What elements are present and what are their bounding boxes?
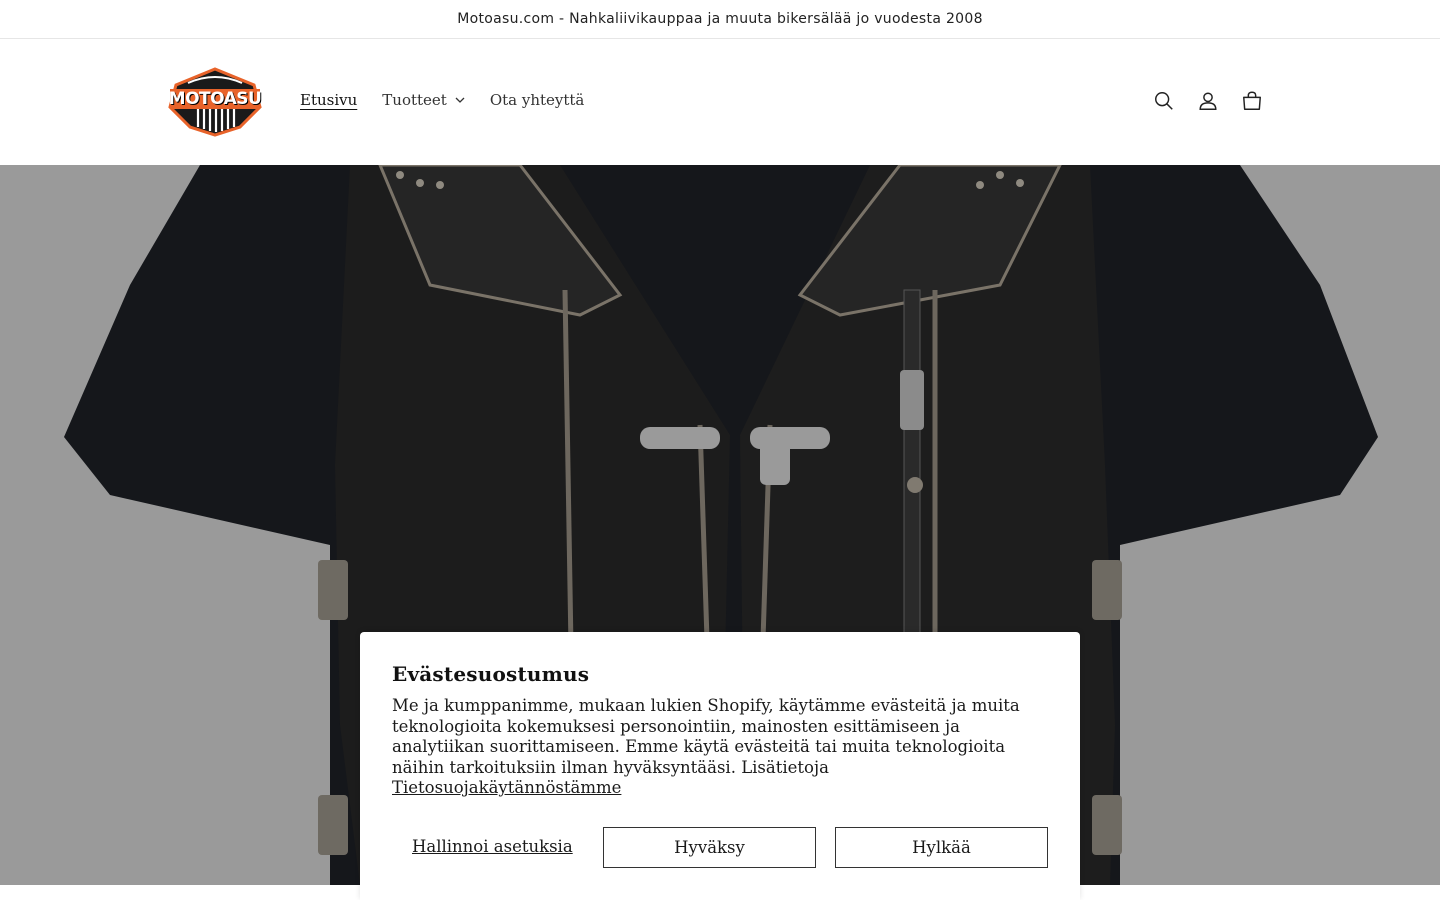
cookie-title: Evästesuostumus xyxy=(392,662,590,686)
nav-item-contact[interactable]: Ota yhteyttä xyxy=(490,91,585,109)
accept-button[interactable]: Hyväksy xyxy=(603,827,816,868)
cookie-body: Me ja kumppanimme, mukaan lukien Shopify… xyxy=(392,696,1048,799)
announcement-text: Motoasu.com - Nahkaliivikauppaa ja muuta… xyxy=(457,11,983,27)
account-button[interactable] xyxy=(1196,89,1220,113)
privacy-policy-link[interactable]: Tietosuojakäytännöstämme xyxy=(392,778,621,797)
nav-item-home[interactable]: Etusivu xyxy=(300,91,357,109)
nav-item-label: Ota yhteyttä xyxy=(489,91,585,109)
nav-item-label: Tuotteet xyxy=(382,91,447,109)
cart-icon xyxy=(1243,91,1261,110)
logo-text: MOTOASU xyxy=(168,89,262,109)
search-button[interactable] xyxy=(1152,89,1176,113)
header-icons xyxy=(1152,89,1264,113)
nav-item-products[interactable]: Tuotteet xyxy=(382,91,465,109)
nav-item-label: Etusivu xyxy=(300,91,358,109)
cookie-body-text: Me ja kumppanimme, mukaan lukien Shopify… xyxy=(392,696,1020,777)
cookie-consent-banner: Evästesuostumus Me ja kumppanimme, mukaa… xyxy=(360,632,1080,900)
account-icon xyxy=(1199,92,1217,110)
main-nav: Etusivu Tuotteet Ota yhteyttä xyxy=(300,91,584,109)
decline-button[interactable]: Hylkää xyxy=(835,827,1048,868)
cookie-actions: Hallinnoi asetuksia Hyväksy Hylkää xyxy=(392,827,1048,868)
announcement-bar: Motoasu.com - Nahkaliivikauppaa ja muuta… xyxy=(0,0,1440,39)
site-header: MOTOASU Etusivu Tuotteet Ota yhteyttä xyxy=(0,39,1440,165)
chevron-down-icon xyxy=(455,97,465,103)
site-logo[interactable]: MOTOASU xyxy=(168,67,262,137)
manage-settings-button[interactable]: Hallinnoi asetuksia xyxy=(412,837,573,856)
search-icon xyxy=(1155,92,1173,110)
cart-button[interactable] xyxy=(1240,89,1264,113)
